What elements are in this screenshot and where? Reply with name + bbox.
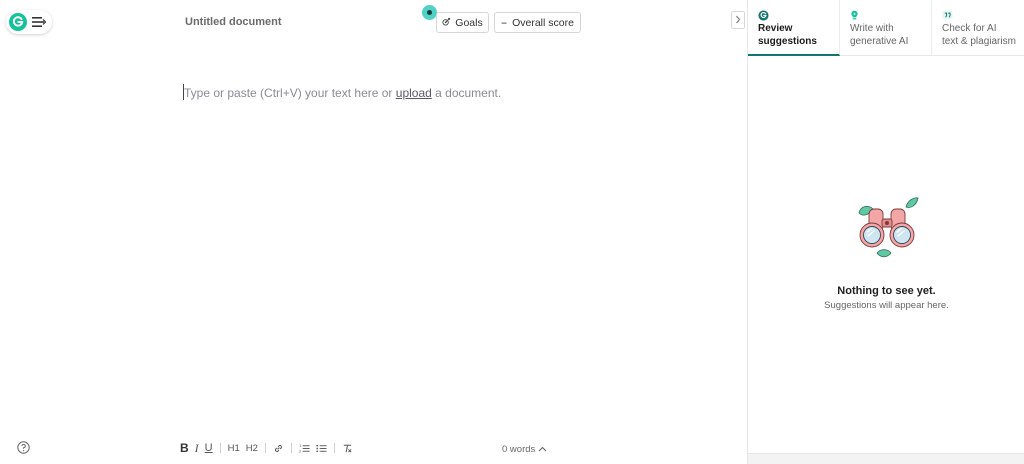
- tab-review-suggestions[interactable]: Review suggestions: [748, 0, 840, 56]
- grammarly-logo-icon: [9, 13, 27, 31]
- tab-label-line2: text & plagiarism: [942, 35, 1016, 47]
- menu-icon: [32, 16, 46, 28]
- tab-label-line2: generative AI: [850, 35, 909, 47]
- overall-score-label: Overall score: [512, 16, 574, 29]
- italic-button[interactable]: I: [192, 441, 202, 455]
- link-button[interactable]: [270, 441, 287, 455]
- collapse-panel-button[interactable]: [731, 11, 745, 29]
- bulleted-list-button[interactable]: [313, 441, 330, 455]
- goals-button[interactable]: Goals: [436, 12, 489, 33]
- word-count-label: 0 words: [502, 444, 536, 455]
- bulb-icon: [850, 9, 931, 21]
- editor-area: Untitled document Goals -- Overall score…: [0, 0, 747, 464]
- chevron-right-icon: [735, 11, 741, 29]
- toolbar-divider: [290, 443, 292, 453]
- word-count-button[interactable]: 0 words: [502, 444, 547, 455]
- help-icon[interactable]: [17, 441, 30, 454]
- overall-score-button[interactable]: -- Overall score: [494, 12, 581, 33]
- underline-button[interactable]: U: [202, 441, 216, 455]
- placeholder-text-after: a document.: [431, 86, 502, 100]
- chevron-up-icon: [538, 444, 547, 455]
- clear-formatting-button[interactable]: [339, 441, 356, 455]
- goals-label: Goals: [455, 16, 483, 29]
- grammarly-logo-icon: [758, 9, 839, 21]
- bold-button[interactable]: B: [177, 441, 192, 455]
- upload-link[interactable]: upload: [396, 86, 432, 100]
- numbered-list-icon: 1 2: [299, 444, 310, 453]
- toolbar-divider: [333, 443, 335, 453]
- suggestions-panel: Review suggestions Write with generative…: [747, 0, 1024, 464]
- goals-icon: [442, 17, 451, 29]
- tab-label-line1: Write with: [850, 23, 894, 34]
- toolbar-divider: [219, 443, 221, 453]
- placeholder-text-before: Type or paste (Ctrl+V) your text here or: [184, 86, 396, 100]
- tab-label-line2: suggestions: [758, 35, 817, 47]
- bulleted-list-icon: [316, 444, 327, 452]
- text-caret: [183, 84, 184, 100]
- tab-write-with-ai[interactable]: Write with generative AI: [840, 0, 932, 56]
- document-title[interactable]: Untitled document: [185, 16, 282, 28]
- tab-label-line1: Check for AI: [942, 23, 997, 34]
- editor-placeholder[interactable]: Type or paste (Ctrl+V) your text here or…: [183, 84, 502, 100]
- link-icon: [274, 444, 282, 452]
- panel-footer: [748, 453, 1024, 464]
- panel-tabs: Review suggestions Write with generative…: [748, 0, 1024, 56]
- numbered-list-button[interactable]: 1 2: [296, 441, 313, 455]
- heading-1-button[interactable]: H1: [225, 441, 243, 455]
- svg-text:2: 2: [299, 449, 301, 453]
- empty-state-subtitle: Suggestions will appear here.: [824, 300, 949, 311]
- quote-icon: [942, 9, 1024, 21]
- status-indicator[interactable]: [422, 5, 437, 20]
- heading-2-button[interactable]: H2: [243, 441, 261, 455]
- app-menu-toggle[interactable]: [6, 10, 52, 34]
- formatting-toolbar: B I U H1 H2 1 2: [177, 441, 356, 455]
- binoculars-illustration: [851, 195, 923, 263]
- toolbar-divider: [264, 443, 266, 453]
- tab-label-line1: Review: [758, 23, 793, 34]
- clear-formatting-icon: [343, 444, 352, 452]
- empty-state-title: Nothing to see yet.: [837, 285, 936, 297]
- score-value: --: [501, 16, 507, 29]
- svg-text:1: 1: [299, 444, 301, 448]
- tab-check-ai-plagiarism[interactable]: Check for AI text & plagiarism: [932, 0, 1024, 56]
